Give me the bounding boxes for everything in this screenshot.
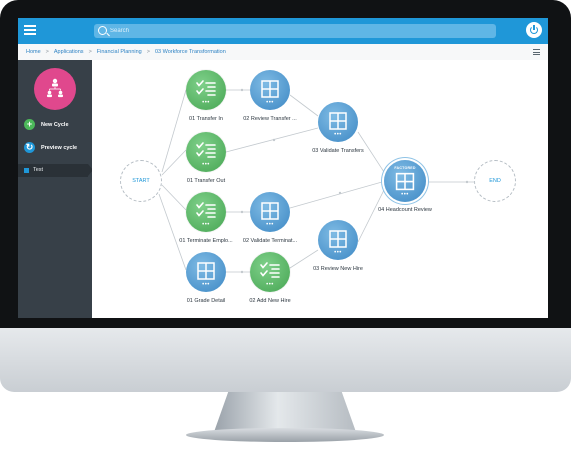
start-label: START [132,178,150,184]
end-label: END [489,178,501,184]
sidebar-item-label: Test [33,167,44,173]
workflow-canvas: START END ••• 01 Transfer In ••• 02 Revi… [92,60,548,318]
connector-line [161,184,187,211]
node-menu-icon[interactable]: ••• [186,100,226,106]
node-label: 02 Validate Terminat... [242,238,298,244]
breadcrumb-applications[interactable]: Applications [54,49,84,55]
monitor-chin [0,328,571,392]
node-menu-icon[interactable]: ••• [250,100,290,106]
node-menu-icon[interactable]: ••• [250,282,290,288]
node-menu-icon[interactable]: ••• [186,282,226,288]
grid-node-review-new-hire[interactable]: ••• [318,220,358,260]
node-menu-icon[interactable]: ••• [250,222,290,228]
grid-node-validate-transfers[interactable]: ••• [318,102,358,142]
new-cycle-button[interactable]: + New Cycle [24,119,69,130]
grid-node-validate-terminations[interactable]: ••• [250,192,290,232]
breadcrumb-home[interactable]: Home [26,49,41,55]
node-label: 02 Add New Hire [249,298,291,304]
org-chart-icon [47,78,63,98]
monitor-stand [214,392,356,432]
app-screen: Home > Applications > Financial Planning >03 … [18,18,548,318]
grid-node-review-transfer[interactable]: ••• [250,70,290,110]
connector-line [161,89,187,173]
chevron-right-icon: > [88,49,92,55]
node-menu-icon[interactable]: ••• [318,132,358,138]
node-label: 03 Validate Transfers [312,148,364,154]
hamburger-menu-icon[interactable] [24,25,36,37]
chevron-right-icon: > [45,49,49,55]
new-cycle-label: New Cycle [41,121,69,128]
task-node-transfer-in[interactable]: ••• [186,70,226,110]
breadcrumb-bar: Home > Applications > Financial Planning >03 … [18,44,548,61]
search-box[interactable] [94,24,496,38]
preview-cycle-label: Preview cycle [41,144,78,151]
task-node-transfer-out[interactable]: ••• [186,132,226,172]
start-node[interactable]: START [120,160,162,202]
preview-cycle-button[interactable]: ↻ Preview cycle [24,142,77,153]
connector-line [357,189,385,243]
avatar [34,68,76,110]
node-menu-icon[interactable]: ••• [318,250,358,256]
breadcrumb-financial-planning[interactable]: Financial Planning [97,49,142,55]
plus-icon: + [24,119,35,130]
breadcrumb-workforce-transformation[interactable]: 03 Workforce Transformation [155,49,226,55]
refresh-icon: ↻ [24,142,35,153]
node-label: 01 Transfer Out [186,178,226,184]
task-node-terminate-employee[interactable]: ••• [186,192,226,232]
connector-line [289,94,319,117]
node-label: 04 Headcount Review [378,207,432,213]
node-label: 03 Review New Hire [313,266,363,272]
search-input[interactable] [110,24,490,38]
sidebar: + New Cycle ↻ Preview cycle Test [18,60,93,318]
grid-node-headcount-review[interactable]: FACTORED ••• [384,160,426,202]
list-view-icon[interactable] [533,49,540,57]
top-bar [18,18,548,44]
node-menu-icon[interactable]: ••• [384,192,426,198]
breadcrumb: Home > Applications > Financial Planning >03 … [26,49,226,55]
connector-line [161,149,187,176]
square-icon [24,168,29,173]
sidebar-item-test[interactable]: Test [18,164,93,177]
monitor-base [186,428,384,442]
node-menu-icon[interactable]: ••• [186,222,226,228]
task-node-add-new-hire[interactable]: ••• [250,252,290,292]
chevron-right-icon: > [146,49,150,55]
search-icon [98,26,107,35]
grid-node-grade-detail[interactable]: ••• [186,252,226,292]
connector-line [289,181,383,209]
end-node[interactable]: END [474,160,516,202]
node-menu-icon[interactable]: ••• [186,162,226,168]
power-icon[interactable] [526,22,542,38]
node-label: 02 Review Transfer ... [243,116,297,122]
